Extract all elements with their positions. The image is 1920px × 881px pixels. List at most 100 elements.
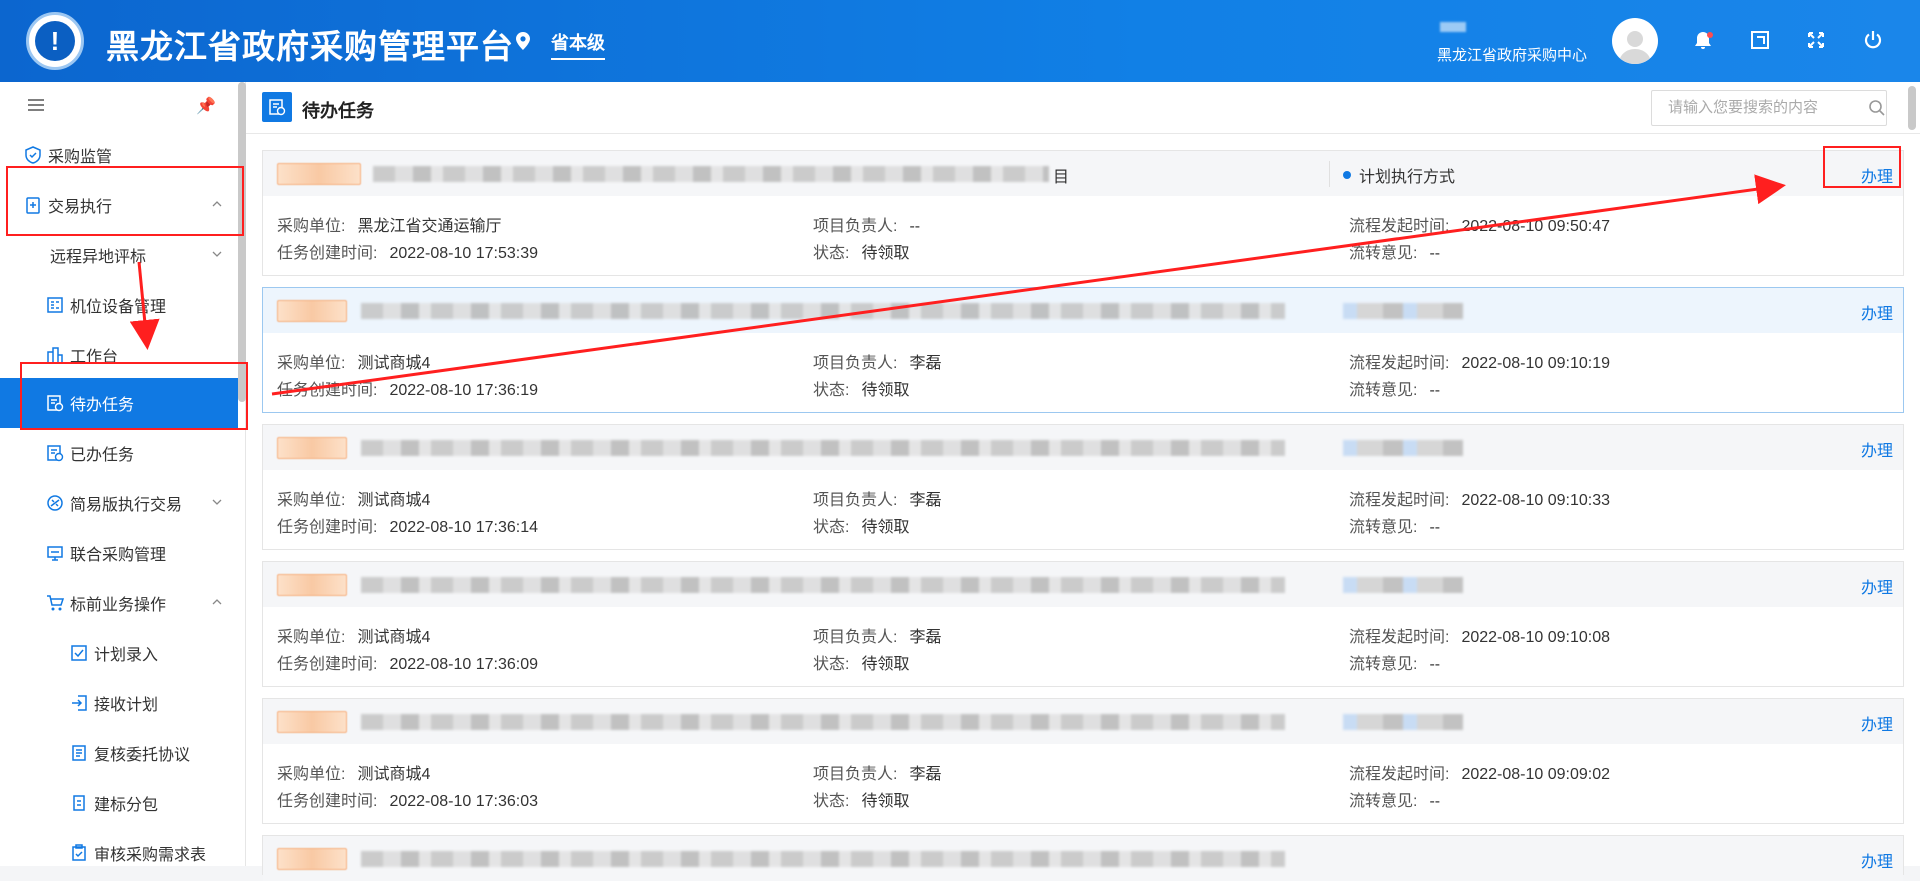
purchase-unit: 采购单位: 黑龙江省交通运输厅 [277, 218, 502, 235]
sidebar-item-plan-entry[interactable]: 计划录入 [0, 628, 238, 678]
task-type-tag [277, 163, 361, 185]
sidebar-item-bid-package[interactable]: 建标分包 [0, 778, 238, 828]
task-card: 办理 采购单位: 测试商城4 项目负责人: 李磊 流程发起时间: 2022-08-10… [262, 424, 1904, 550]
sidebar-item-workbench[interactable]: 工作台 [0, 330, 238, 380]
handle-button[interactable]: 办理 [1861, 300, 1893, 324]
task-card-header: 目 计划执行方式 办理 [263, 151, 1903, 196]
user-org: 黑龙江省政府采购中心 [1437, 47, 1588, 64]
handle-button[interactable]: 办理 [1861, 574, 1893, 598]
task-type-tag [277, 574, 347, 596]
receive-icon [70, 694, 88, 712]
sidebar-item-label: 复核委托协议 [94, 747, 191, 764]
handle-button[interactable]: 办理 [1861, 437, 1893, 461]
task-title: 目 [1053, 169, 1070, 186]
task-card-header: 办理 [263, 836, 1903, 881]
task-created-time: 任务创建时间: 2022-08-10 17:36:09 [277, 656, 539, 673]
project-leader: 项目负责人: 李磊 [813, 355, 942, 372]
transfer-opinion: 流转意见: -- [1349, 245, 1441, 262]
divider [1329, 161, 1330, 187]
purchase-unit: 采购单位: 测试商城4 [277, 766, 431, 783]
avatar[interactable] [1612, 18, 1658, 64]
main-scrollbar[interactable] [1908, 86, 1916, 130]
task-type-tag [277, 437, 347, 459]
sidebar-item-label: 远程异地评标 [50, 249, 147, 266]
power-icon[interactable] [1862, 29, 1884, 51]
task-title-blurred [361, 851, 1285, 867]
task-card-header: 办理 [263, 699, 1903, 744]
sidebar-item-review-requirements[interactable]: 审核采购需求表 [0, 828, 238, 878]
sidebar-item-label: 标前业务操作 [70, 597, 167, 614]
package-icon [70, 794, 88, 812]
handle-button[interactable]: 办理 [1861, 711, 1893, 735]
desk-icon [46, 346, 64, 364]
sidebar-item-label: 简易版执行交易 [70, 497, 183, 514]
chevron-down-icon [212, 499, 222, 505]
sidebar-scrollbar[interactable] [238, 82, 246, 402]
sidebar-item-transaction-exec[interactable]: 交易执行 [0, 180, 238, 230]
handle-button[interactable]: 办理 [1861, 848, 1893, 872]
hamburger-menu-icon[interactable] [28, 99, 44, 111]
exec-method-blurred [1343, 440, 1463, 456]
exec-method: 计划执行方式 [1343, 163, 1455, 187]
sidebar-item-label: 机位设备管理 [70, 299, 167, 316]
sidebar-item-joint-purchase[interactable]: 联合采购管理 [0, 528, 238, 578]
sidebar-item-receive-plan[interactable]: 接收计划 [0, 678, 238, 728]
user-name-blurred [1440, 22, 1466, 32]
check-doc-icon [70, 644, 88, 662]
shield-logo-icon: ! [35, 21, 75, 61]
transfer-opinion: 流转意见: -- [1349, 382, 1441, 399]
done-task-icon [46, 444, 64, 462]
sidebar-item-pre-bid[interactable]: 标前业务操作 [0, 578, 238, 628]
task-icon [262, 92, 292, 122]
main-content: 待办任务 请输入您要搜索的内容 目 计划执行方式 办理 采购单位: 黑龙江省交通运… [246, 82, 1920, 881]
agreement-icon [70, 744, 88, 762]
sidebar-item-device-management[interactable]: 机位设备管理 [0, 280, 238, 330]
task-card-header: 办理 [263, 288, 1903, 333]
fullscreen-icon[interactable] [1805, 29, 1827, 51]
transfer-opinion: 流转意见: -- [1349, 656, 1441, 673]
task-status: 状态: 待领取 [813, 519, 910, 536]
region-selector[interactable]: 省本级 [551, 29, 605, 60]
review-icon [70, 844, 88, 862]
sidebar-item-label: 联合采购管理 [70, 547, 167, 564]
pin-icon[interactable]: 📌 [196, 96, 216, 116]
sidebar-item-label: 采购监管 [48, 149, 113, 166]
sidebar-item-simple-transaction[interactable]: 简易版执行交易 [0, 478, 238, 528]
process-start-time: 流程发起时间: 2022-08-10 09:10:19 [1349, 355, 1611, 372]
search-input[interactable]: 请输入您要搜索的内容 [1651, 90, 1887, 126]
task-status: 状态: 待领取 [813, 656, 910, 673]
process-start-time: 流程发起时间: 2022-08-10 09:10:08 [1349, 629, 1611, 646]
chevron-down-icon [212, 251, 222, 257]
task-card: 办理 采购单位: 测试商城4 项目负责人: 李磊 流程发起时间: 2022-08-10… [262, 287, 1904, 413]
sidebar-item-label: 审核采购需求表 [94, 847, 207, 864]
sidebar-item-pending-tasks[interactable]: 待办任务 [0, 378, 238, 428]
sidebar-item-completed-tasks[interactable]: 已办任务 [0, 428, 238, 478]
task-card: 办理 [262, 835, 1904, 881]
sidebar-item-review-agreement[interactable]: 复核委托协议 [0, 728, 238, 778]
sidebar-item-label: 计划录入 [94, 647, 159, 664]
task-title-blurred [361, 303, 1285, 319]
task-created-time: 任务创建时间: 2022-08-10 17:53:39 [277, 245, 539, 262]
app-title: 黑龙江省政府采购管理平台 [106, 28, 514, 65]
sidebar-item-purchase-supervision[interactable]: 采购监管 [0, 130, 238, 180]
sidebar-item-label: 已办任务 [70, 447, 135, 464]
search-icon[interactable] [1868, 99, 1886, 117]
device-icon [46, 296, 64, 314]
logo: ! [26, 12, 84, 70]
sidebar-item-remote-evaluation[interactable]: 远程异地评标 [0, 230, 238, 280]
project-leader: 项目负责人: -- [813, 218, 921, 235]
exec-method-blurred [1343, 714, 1463, 730]
chevron-up-icon [212, 201, 222, 207]
notification-dot [1707, 32, 1713, 38]
task-status: 状态: 待领取 [813, 793, 910, 810]
transfer-opinion: 流转意见: -- [1349, 793, 1441, 810]
clipboard-icon [24, 196, 42, 214]
window-icon[interactable] [1749, 29, 1771, 51]
task-type-tag [277, 711, 347, 733]
purchase-unit: 采购单位: 测试商城4 [277, 355, 431, 372]
shield-icon [24, 146, 42, 164]
handle-button[interactable]: 办理 [1861, 163, 1893, 187]
sidebar-item-label: 工作台 [70, 349, 119, 366]
task-created-time: 任务创建时间: 2022-08-10 17:36:19 [277, 382, 539, 399]
process-start-time: 流程发起时间: 2022-08-10 09:10:33 [1349, 492, 1611, 509]
